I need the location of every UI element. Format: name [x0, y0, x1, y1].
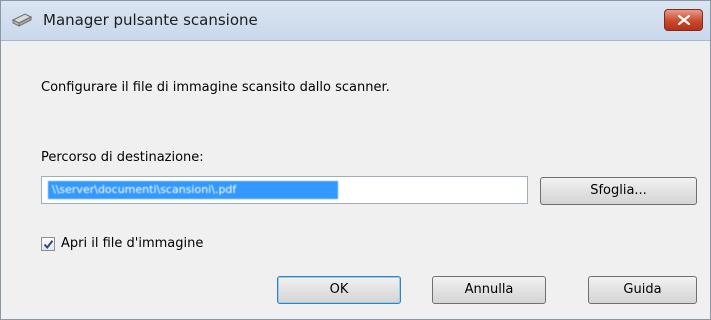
open-file-label: Apri il file d'immagine — [61, 236, 204, 251]
browse-button[interactable]: Sfoglia... — [540, 177, 697, 205]
dialog-description: Configurare il file di immagine scansito… — [41, 80, 390, 95]
destination-path-input[interactable]: \\server\documenti\scansioni\.pdf — [41, 176, 528, 204]
open-file-checkbox[interactable] — [41, 237, 55, 251]
cancel-button[interactable]: Annulla — [432, 276, 546, 304]
title-bar: Manager pulsante scansione — [1, 1, 710, 41]
close-icon — [678, 15, 690, 25]
destination-label: Percorso di destinazione: — [41, 150, 204, 165]
scanner-icon — [11, 11, 33, 29]
checkmark-icon — [43, 240, 54, 250]
window-title: Manager pulsante scansione — [43, 11, 258, 29]
scan-button-manager-dialog: Manager pulsante scansione Configurare i… — [0, 0, 711, 320]
close-button[interactable] — [664, 9, 703, 31]
destination-path-value: \\server\documenti\scansioni\.pdf — [48, 181, 338, 199]
ok-button[interactable]: OK — [277, 276, 401, 304]
help-button[interactable]: Guida — [588, 276, 697, 304]
